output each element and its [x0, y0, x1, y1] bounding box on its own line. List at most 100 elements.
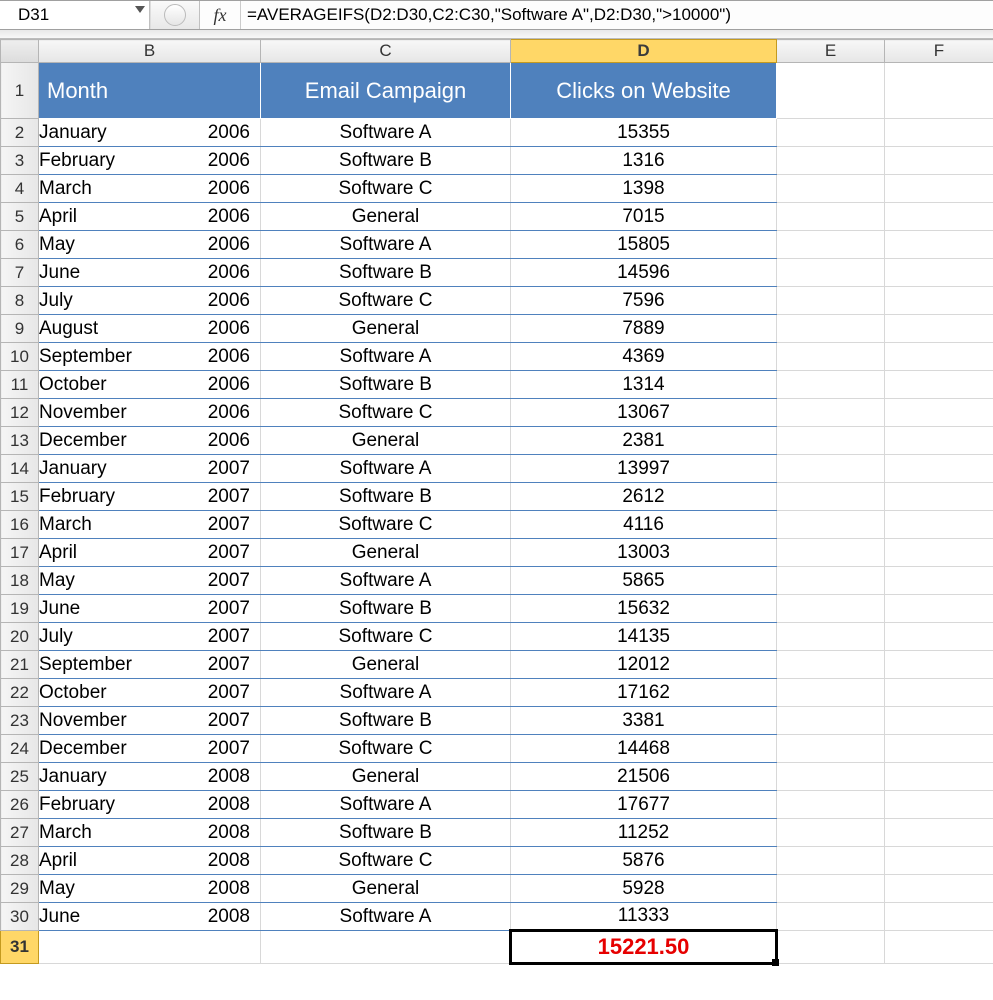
cell[interactable] [777, 175, 885, 203]
cell[interactable] [885, 511, 993, 539]
cell-clicks[interactable]: 4116 [511, 511, 777, 539]
cell-clicks[interactable]: 17162 [511, 679, 777, 707]
cell-month[interactable]: February2007 [39, 483, 261, 511]
row-header[interactable]: 9 [1, 315, 39, 343]
cell-campaign[interactable]: Software C [261, 399, 511, 427]
col-header-C[interactable]: C [261, 40, 511, 63]
cell-clicks[interactable]: 5876 [511, 847, 777, 875]
cell-month[interactable]: November2007 [39, 707, 261, 735]
cell[interactable] [777, 903, 885, 931]
cell[interactable] [885, 819, 993, 847]
cell[interactable] [777, 651, 885, 679]
cell[interactable] [777, 567, 885, 595]
row-header[interactable]: 4 [1, 175, 39, 203]
row-header[interactable]: 31 [1, 931, 39, 964]
cell-campaign[interactable]: General [261, 875, 511, 903]
cell-month[interactable]: September2007 [39, 651, 261, 679]
cell-campaign[interactable]: Software B [261, 147, 511, 175]
cell-clicks[interactable]: 13003 [511, 539, 777, 567]
selected-cell[interactable]: 15221.50 [511, 931, 777, 964]
cell[interactable] [777, 315, 885, 343]
col-header-B[interactable]: B [39, 40, 261, 63]
expand-formula-button[interactable] [150, 1, 200, 29]
cell[interactable] [777, 483, 885, 511]
cell[interactable] [777, 707, 885, 735]
cell-month[interactable]: July2006 [39, 287, 261, 315]
cell[interactable] [777, 371, 885, 399]
cell[interactable] [885, 455, 993, 483]
cell[interactable] [885, 567, 993, 595]
cell-campaign[interactable]: Software A [261, 679, 511, 707]
cell-clicks[interactable]: 15355 [511, 119, 777, 147]
cell-clicks[interactable]: 5928 [511, 875, 777, 903]
cell[interactable] [885, 287, 993, 315]
cell-clicks[interactable]: 5865 [511, 567, 777, 595]
row-header[interactable]: 22 [1, 679, 39, 707]
cell-month[interactable]: May2008 [39, 875, 261, 903]
row-header[interactable]: 13 [1, 427, 39, 455]
cell[interactable] [885, 343, 993, 371]
cell[interactable] [777, 343, 885, 371]
cell[interactable] [885, 595, 993, 623]
cell[interactable] [777, 679, 885, 707]
row-header[interactable]: 6 [1, 231, 39, 259]
cell-campaign[interactable]: Software C [261, 287, 511, 315]
row-header[interactable]: 26 [1, 791, 39, 819]
cell-clicks[interactable]: 2612 [511, 483, 777, 511]
cell[interactable] [885, 315, 993, 343]
cell-campaign[interactable]: Software A [261, 343, 511, 371]
cell-campaign[interactable]: General [261, 539, 511, 567]
cell[interactable] [885, 427, 993, 455]
cell-clicks[interactable]: 1316 [511, 147, 777, 175]
row-header[interactable]: 30 [1, 903, 39, 931]
row-header[interactable]: 1 [1, 63, 39, 119]
cell-clicks[interactable]: 4369 [511, 343, 777, 371]
cell[interactable] [885, 651, 993, 679]
cell-clicks[interactable]: 7596 [511, 287, 777, 315]
cell[interactable] [885, 903, 993, 931]
cell-month[interactable]: May2007 [39, 567, 261, 595]
cell-clicks[interactable]: 15805 [511, 231, 777, 259]
cell[interactable] [885, 707, 993, 735]
cell[interactable] [885, 483, 993, 511]
cell[interactable] [777, 231, 885, 259]
cell-month[interactable]: June2008 [39, 903, 261, 931]
cell-month[interactable]: August2006 [39, 315, 261, 343]
cell[interactable] [885, 119, 993, 147]
cell[interactable] [885, 203, 993, 231]
cell[interactable] [777, 63, 885, 119]
cell[interactable] [777, 875, 885, 903]
cell-campaign[interactable]: Software A [261, 119, 511, 147]
cell-campaign[interactable]: Software C [261, 175, 511, 203]
cell-month[interactable]: March2007 [39, 511, 261, 539]
cell[interactable] [777, 119, 885, 147]
row-header[interactable]: 3 [1, 147, 39, 175]
cell[interactable] [885, 735, 993, 763]
cell[interactable] [885, 539, 993, 567]
cell-month[interactable]: April2007 [39, 539, 261, 567]
cell-campaign[interactable]: Software C [261, 847, 511, 875]
cell[interactable] [885, 875, 993, 903]
cell[interactable] [777, 763, 885, 791]
cell-campaign[interactable]: Software B [261, 371, 511, 399]
cell-campaign[interactable]: General [261, 763, 511, 791]
col-header-D[interactable]: D [511, 40, 777, 63]
cell[interactable] [777, 791, 885, 819]
name-box[interactable]: D31 [0, 1, 150, 29]
row-header[interactable]: 10 [1, 343, 39, 371]
row-header[interactable]: 17 [1, 539, 39, 567]
fx-icon[interactable]: fx [200, 1, 241, 29]
chevron-down-icon[interactable] [135, 6, 145, 13]
cell-clicks[interactable]: 11333 [511, 903, 777, 931]
cell-clicks[interactable]: 14468 [511, 735, 777, 763]
cell-campaign[interactable]: Software A [261, 231, 511, 259]
cell-month[interactable]: October2006 [39, 371, 261, 399]
col-header-E[interactable]: E [777, 40, 885, 63]
cell-month[interactable]: December2006 [39, 427, 261, 455]
formula-input[interactable]: =AVERAGEIFS(D2:D30,C2:C30,"Software A",D… [241, 1, 993, 29]
cell-campaign[interactable]: Software A [261, 903, 511, 931]
cell[interactable] [777, 595, 885, 623]
cell-campaign[interactable]: General [261, 427, 511, 455]
cell-clicks[interactable]: 21506 [511, 763, 777, 791]
cell-campaign[interactable]: General [261, 651, 511, 679]
